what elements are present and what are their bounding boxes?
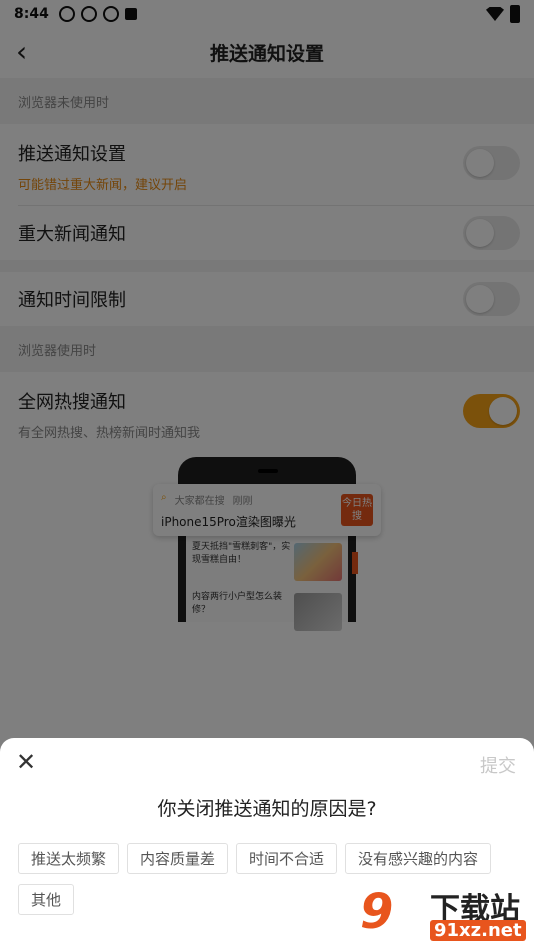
- reason-option-other[interactable]: 其他: [18, 884, 75, 915]
- reason-option-timing[interactable]: 时间不合适: [236, 843, 338, 874]
- site-watermark: 9 下载站 91xz.net: [360, 884, 532, 946]
- watermark-url: 91xz.net: [430, 920, 526, 941]
- reason-option-no-interest[interactable]: 没有感兴趣的内容: [345, 843, 492, 874]
- reason-option-frequent[interactable]: 推送太频繁: [18, 843, 120, 874]
- close-icon[interactable]: ✕: [14, 750, 38, 774]
- watermark-logo: 9: [360, 884, 394, 940]
- submit-button[interactable]: 提交: [480, 752, 516, 778]
- feedback-question: 你关闭推送通知的原因是?: [157, 798, 377, 820]
- feedback-sheet: ✕ 提交 你关闭推送通知的原因是? 推送太频繁 内容质量差 时间不合适 没有感兴…: [0, 738, 534, 950]
- reason-option-quality[interactable]: 内容质量差: [127, 843, 229, 874]
